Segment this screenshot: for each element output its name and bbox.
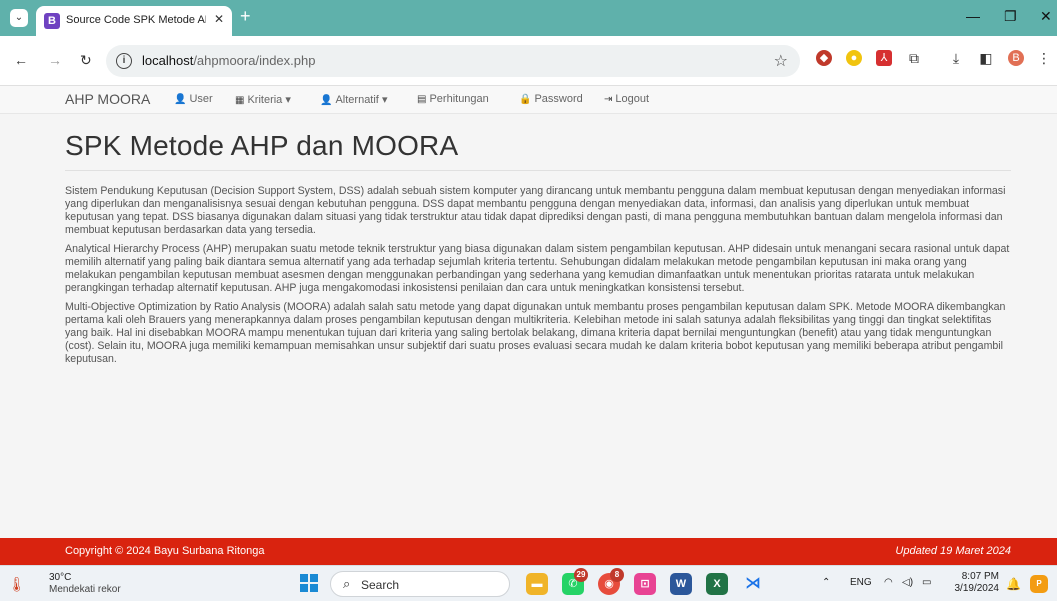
clock-date: 3/19/2024 (954, 583, 1000, 594)
page-title: SPK Metode AHP dan MOORA (65, 130, 1011, 171)
site-footer: Copyright © 2024 Bayu Surbana Ritonga Up… (0, 538, 1057, 565)
profile-avatar[interactable]: B (1008, 50, 1024, 66)
file-explorer-icon[interactable]: ▬ (526, 573, 548, 595)
close-window-icon[interactable]: ✕ (1040, 8, 1052, 25)
extension-puzzle-icon[interactable]: ● (846, 50, 862, 66)
nav-item-kriteria[interactable]: ▦ Kriteria ▾ (235, 93, 291, 106)
back-icon[interactable]: ← (14, 52, 28, 68)
reload-icon[interactable]: ↻ (80, 52, 92, 69)
volume-icon[interactable]: ◁) (902, 577, 913, 588)
language-indicator[interactable]: ENG (850, 577, 872, 588)
menu-kebab-icon[interactable]: ⋮ (1036, 50, 1052, 66)
taskbar-clock[interactable]: 8:07 PM 3/19/2024 (951, 571, 1000, 595)
app-icon[interactable]: ⊡ (634, 573, 656, 595)
browser-toolbar: ← → ↻ i localhost/ahpmoora/index.php ☆ ◆… (0, 36, 1057, 86)
paragraph-dss: Sistem Pendukung Keputusan (Decision Sup… (65, 185, 1006, 236)
clock-time: 8:07 PM (961, 571, 999, 582)
tab-title: Source Code SPK Metode AHP (66, 14, 206, 26)
paragraph-moora: Multi-Objective Optimization by Ratio An… (65, 301, 1006, 365)
weather-condition: Mendekati rekor (49, 584, 121, 595)
main-content: SPK Metode AHP dan MOORA Sistem Pendukun… (65, 130, 1011, 372)
navbar-brand[interactable]: AHP MOORA (65, 91, 150, 107)
forward-icon[interactable]: → (48, 52, 62, 68)
nav-item-perhitungan[interactable]: ▤ Perhitungan (417, 93, 489, 105)
word-icon[interactable]: W (670, 573, 692, 595)
wifi-icon[interactable]: ◠ (884, 577, 893, 588)
download-icon[interactable]: ⤓ (948, 50, 964, 66)
bookmark-star-icon[interactable]: ☆ (774, 51, 788, 71)
extension-shield-icon[interactable]: ◆ (816, 50, 832, 66)
new-tab-button[interactable]: + (240, 6, 251, 27)
lock-icon: 🔒 (519, 94, 532, 105)
logout-icon: ⇥ (604, 94, 613, 105)
calendar-icon: ▤ (417, 94, 427, 105)
excel-icon[interactable]: X (706, 573, 728, 595)
extensions-icon[interactable]: ⧉ (906, 50, 922, 66)
site-navbar: AHP MOORA 👤 User ▦ Kriteria ▾ 👤 Alternatif … (0, 86, 1057, 114)
footer-updated: Updated 19 Maret 2024 (895, 545, 1011, 557)
nav-item-password[interactable]: 🔒 Password (519, 93, 583, 105)
user-icon: 👤 (320, 95, 333, 106)
chrome-icon[interactable]: ◉ 8 (598, 568, 624, 595)
paragraph-ahp: Analytical Hierarchy Process (AHP) merup… (65, 243, 1010, 294)
restore-icon[interactable]: ❐ (1004, 8, 1017, 25)
tab-close-icon[interactable]: ✕ (214, 12, 224, 26)
site-info-icon[interactable]: i (116, 53, 132, 69)
caret-down-icon: ▾ (285, 94, 291, 106)
windows-start-icon[interactable] (300, 574, 318, 592)
whatsapp-icon[interactable]: ✆ 29 (562, 568, 588, 595)
tab-favicon: B (44, 13, 60, 29)
weather-temp: 30°C (49, 572, 72, 583)
copilot-icon[interactable]: P (1030, 575, 1048, 593)
battery-icon[interactable]: ▭ (922, 577, 931, 588)
browser-tab[interactable]: B Source Code SPK Metode AHP ✕ (36, 6, 232, 36)
tab-search-icon[interactable]: ⌄ (10, 9, 28, 27)
thermometer-icon: 🌡 (8, 576, 26, 592)
footer-copyright: Copyright © 2024 Bayu Surbana Ritonga (65, 545, 265, 557)
address-bar[interactable]: i localhost/ahpmoora/index.php ☆ (106, 45, 800, 77)
user-icon: 👤 (174, 94, 187, 105)
whatsapp-badge: 29 (574, 568, 588, 582)
os-taskbar: 🌡 30°C Mendekati rekor ⌕ Search ▬ ✆ 29 ◉ 8… (0, 565, 1057, 601)
tray-chevron-icon[interactable]: ⌃ (822, 577, 830, 588)
notification-bell-icon[interactable]: 🔔 (1006, 577, 1021, 591)
vscode-icon[interactable]: ⋊ (742, 573, 764, 595)
nav-item-user[interactable]: 👤 User (174, 93, 213, 105)
search-icon: ⌕ (343, 576, 351, 591)
nav-item-alternatif[interactable]: 👤 Alternatif ▾ (320, 93, 387, 106)
caret-down-icon: ▾ (381, 94, 388, 106)
taskbar-search[interactable]: ⌕ Search (330, 571, 510, 597)
url-text: localhost/ahpmoora/index.php (142, 53, 316, 68)
search-label: Search (361, 578, 400, 592)
browser-tab-strip: ⌄ B Source Code SPK Metode AHP ✕ + — ❐ ✕ (0, 0, 1057, 36)
chrome-badge: 8 (610, 568, 624, 582)
pdf-extension-icon[interactable]: ⅄ (876, 50, 892, 66)
side-panel-icon[interactable]: ◧ (978, 50, 994, 66)
nav-item-logout[interactable]: ⇥ Logout (604, 93, 649, 105)
minimize-icon[interactable]: — (966, 8, 980, 24)
grid-icon: ▦ (235, 95, 245, 106)
